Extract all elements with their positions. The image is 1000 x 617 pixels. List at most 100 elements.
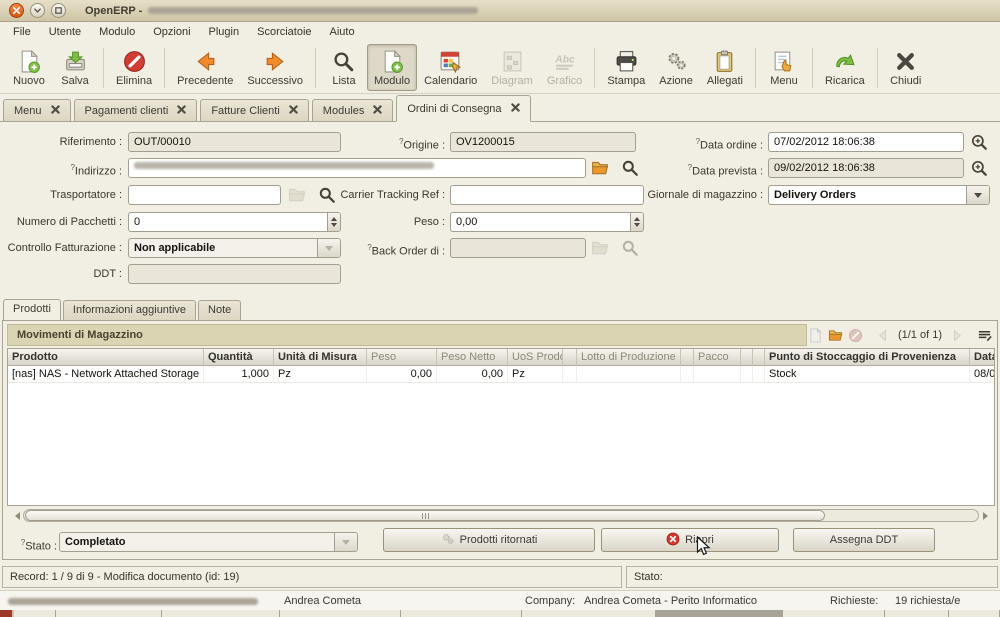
menu-plugin[interactable]: Plugin [200,23,249,41]
column-header[interactable]: Unità di Misura [274,349,367,366]
toolbar-button-stampa[interactable]: Stampa [600,44,652,91]
tab-close-icon[interactable] [177,105,186,117]
zoom-date-icon[interactable] [970,159,988,177]
list-view-icon [331,48,356,74]
toolbar-button-allegati[interactable]: Allegati [700,44,750,91]
giornale-magazzino-select[interactable]: Delivery Orders [768,185,990,205]
menu-aiuto[interactable]: Aiuto [321,23,364,41]
tab-close-icon[interactable] [289,105,298,117]
taskbar-item[interactable] [56,610,162,617]
toolbar-button-precedente[interactable]: Precedente [170,44,240,91]
column-header[interactable] [741,349,753,366]
tab-close-icon[interactable] [51,105,60,117]
column-header[interactable]: Peso Netto [437,349,508,366]
zoom-date-icon[interactable] [970,133,988,151]
delivery-order-form: Riferimento : OUT/00010 ?Origine : OV120… [0,122,1000,298]
column-header[interactable]: UoS Prodotto [508,349,563,366]
column-header[interactable]: Peso [367,349,437,366]
scroll-right-icon[interactable] [979,508,995,523]
peso-field[interactable]: 0,00 [450,212,644,232]
open-folder-icon[interactable] [591,159,609,177]
menu-opzioni[interactable]: Opzioni [144,23,199,41]
taskbar-item[interactable] [783,610,885,617]
taskbar-item[interactable] [885,610,949,617]
horizontal-scrollbar[interactable] [7,508,995,523]
controllo-fatturazione-select[interactable]: Non applicabile [128,238,341,258]
column-header[interactable] [563,349,577,366]
column-header[interactable]: Punto di Stoccaggio di Provenienza [765,349,970,366]
requests-value[interactable]: 19 richiesta/e [895,591,960,611]
switch-view-icon[interactable] [977,328,992,343]
toolbar-button-calendario[interactable]: Calendario [417,44,484,91]
riferimento-field[interactable]: OUT/00010 [128,132,341,152]
menu-file[interactable]: File [4,23,40,41]
ddt-label: DDT : [0,264,122,284]
column-header[interactable]: Pacco [694,349,741,366]
taskbar-item[interactable] [14,610,56,617]
tab-prodotti[interactable]: Prodotti [3,299,61,321]
toolbar-button-lista[interactable]: Lista [321,44,367,91]
toolbar-button-elimina[interactable]: Elimina [109,44,159,91]
tab-modules[interactable]: Modules [312,99,394,121]
toolbar-button-nuovo[interactable]: Nuovo [6,44,52,91]
riapri-button[interactable]: Riapri [601,528,779,552]
attachments-icon [712,48,737,74]
menu-utente[interactable]: Utente [40,23,90,41]
toolbar-separator [755,48,756,88]
toolbar-button-menu[interactable]: Menu [761,44,807,91]
tab-note[interactable]: Note [198,300,241,320]
origine-field[interactable]: OV1200015 [450,132,636,152]
numero-pacchetti-field[interactable]: 0 [128,212,341,232]
toolbar-button-salva[interactable]: Salva [52,44,98,91]
new-record-icon[interactable] [808,328,823,343]
tab-close-icon[interactable] [511,103,520,115]
column-header[interactable]: Lotto di Produzione [577,349,681,366]
toolbar-button-chiudi[interactable]: Chiudi [883,44,929,91]
tab-informazioni-aggiuntive[interactable]: Informazioni aggiuntive [63,300,196,320]
column-header[interactable]: Quantità [204,349,274,366]
data-prevista-field[interactable]: 09/02/2012 18:06:38 [768,158,964,178]
open-folder-icon[interactable] [828,328,843,343]
search-icon[interactable] [621,159,639,177]
taskbar-item[interactable] [280,610,401,617]
window-close-button[interactable] [9,3,24,18]
spinner-up-down-icon[interactable] [630,213,643,231]
taskbar-item[interactable] [401,610,522,617]
taskbar [0,610,1000,617]
toolbar-button-successivo[interactable]: Successivo [240,44,310,91]
column-header[interactable] [753,349,765,366]
column-header[interactable]: Data [970,349,995,366]
indirizzo-field[interactable] [128,158,586,178]
toolbar-button-ricarica[interactable]: Ricarica [818,44,872,91]
tab-close-icon[interactable] [373,105,382,117]
stock-moves-table[interactable]: Prodotto Quantità Unità di Misura Peso P… [7,348,995,506]
tab-pagamenti-clienti[interactable]: Pagamenti clienti [74,99,198,121]
scrollbar-track[interactable] [23,509,979,522]
table-row[interactable]: [nas] NAS - Network Attached Storage 1,0… [8,366,994,383]
column-header[interactable]: Prodotto [8,349,204,366]
taskbar-item[interactable] [162,610,280,617]
tab-ordini-di-consegna[interactable]: Ordini di Consegna [396,95,530,122]
data-ordine-field[interactable]: 07/02/2012 18:06:38 [768,132,964,152]
prodotti-ritornati-button[interactable]: Prodotti ritornati [383,528,595,552]
taskbar-item[interactable] [522,610,656,617]
tab-menu[interactable]: Menu [3,99,71,121]
window-maximize-button[interactable] [51,3,66,18]
chevron-down-icon[interactable] [966,186,989,204]
scroll-left-icon[interactable] [7,508,23,523]
statusbar-record: Record: 1 / 9 di 9 - Modifica documento … [2,566,622,588]
tab-fatture-clienti[interactable]: Fatture Clienti [200,99,308,121]
taskbar-item-active[interactable] [656,610,783,617]
carrier-tracking-ref-field[interactable] [450,185,644,205]
toolbar-button-modulo[interactable]: Modulo [367,44,417,91]
assegna-ddt-button[interactable]: Assegna DDT [793,528,935,552]
menu-modulo[interactable]: Modulo [90,23,144,41]
window-minimize-button[interactable] [30,3,45,18]
scrollbar-thumb[interactable] [25,510,825,521]
taskbar-item[interactable] [949,610,1000,617]
menu-scorciatoie[interactable]: Scorciatoie [248,23,320,41]
column-header[interactable] [681,349,694,366]
toolbar-button-azione[interactable]: Azione [652,44,700,91]
one2many-toolbar: (1/1 of 1) [807,328,993,343]
trasportatore-field[interactable] [128,185,281,205]
